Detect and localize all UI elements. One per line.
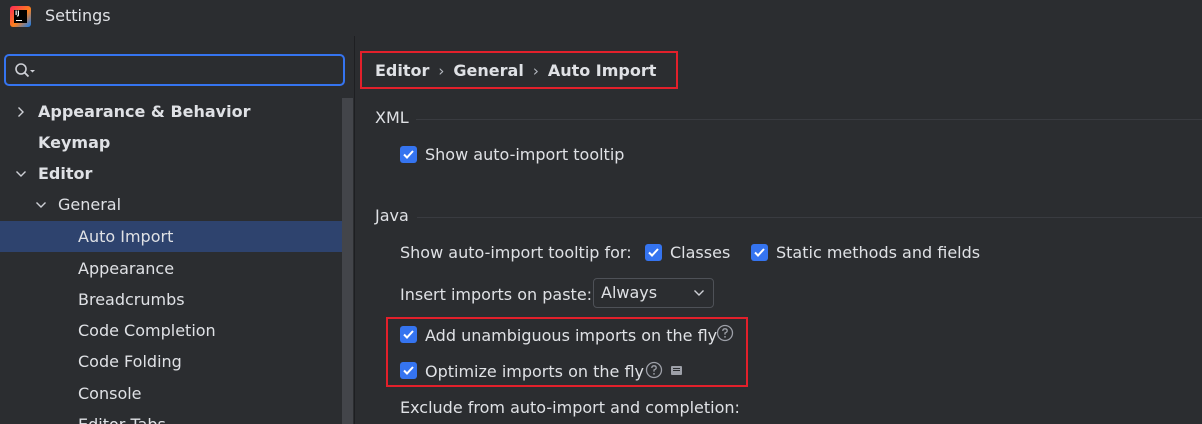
section-separator xyxy=(417,217,1202,218)
tooltip-for-label: Show auto-import tooltip for: xyxy=(400,243,632,262)
search-box[interactable] xyxy=(4,54,345,86)
window-title: Settings xyxy=(45,6,111,25)
tree-item-appearance-behavior[interactable]: Appearance & Behavior xyxy=(0,96,353,127)
dropdown-value: Always xyxy=(601,283,658,302)
insert-on-paste-label: Insert imports on paste: xyxy=(400,285,593,304)
title-bar: IJ Settings xyxy=(0,0,1202,36)
add-unambiguous-label[interactable]: Add unambiguous imports on the fly xyxy=(425,326,717,345)
tree-item-breadcrumbs[interactable]: Breadcrumbs xyxy=(0,284,353,315)
tree-item-label: Auto Import xyxy=(78,227,174,246)
tree-item-code-completion[interactable]: Code Completion xyxy=(0,315,353,346)
chevron-down-icon xyxy=(694,290,704,296)
checkmark-icon xyxy=(403,150,414,159)
breadcrumb-item-general[interactable]: General xyxy=(453,61,523,80)
tree-item-label: General xyxy=(58,195,122,214)
breadcrumb-item-auto-import: Auto Import xyxy=(547,61,657,80)
tree-item-console[interactable]: Console xyxy=(0,378,353,409)
checkmark-icon xyxy=(403,330,414,339)
tree-item-label: Breadcrumbs xyxy=(78,290,185,309)
sidebar-scrollbar[interactable] xyxy=(342,98,353,424)
section-title-java: Java xyxy=(375,206,409,225)
classes-label[interactable]: Classes xyxy=(670,243,730,262)
tree-item-editor[interactable]: Editor xyxy=(0,158,353,189)
tree-item-appearance[interactable]: Appearance xyxy=(0,253,353,284)
optimize-imports-checkbox[interactable] xyxy=(400,362,417,379)
settings-sidebar: Appearance & Behavior Keymap Editor Gene… xyxy=(0,36,354,424)
section-title-xml: XML xyxy=(375,108,409,127)
section-separator xyxy=(416,119,1202,120)
checkmark-icon xyxy=(754,248,765,257)
static-methods-checkbox[interactable] xyxy=(751,244,768,261)
tree-item-label: Editor Tabs xyxy=(78,409,166,424)
settings-content: Editor › General › Auto Import XML Show auto… xyxy=(355,36,1202,424)
checkmark-icon xyxy=(648,248,659,257)
tree-item-label: Code Folding xyxy=(78,352,182,371)
tree-item-label: Keymap xyxy=(38,133,111,152)
tree-item-label: Console xyxy=(78,384,142,403)
settings-link-icon[interactable] xyxy=(671,366,682,375)
tree-item-keymap[interactable]: Keymap xyxy=(0,127,353,158)
breadcrumb-separator: › xyxy=(532,62,539,80)
tree-item-code-folding[interactable]: Code Folding xyxy=(0,346,353,377)
breadcrumb: Editor › General › Auto Import xyxy=(375,61,656,80)
insert-on-paste-dropdown[interactable]: Always xyxy=(593,278,714,308)
tree-item-editor-tabs[interactable]: Editor Tabs xyxy=(0,409,353,424)
classes-checkbox[interactable] xyxy=(645,244,662,261)
help-icon[interactable] xyxy=(716,324,734,342)
intellij-logo-icon: IJ xyxy=(10,6,31,27)
tree-item-label: Editor xyxy=(38,164,93,183)
tree-item-label: Appearance & Behavior xyxy=(38,102,251,121)
show-tooltip-xml-checkbox[interactable] xyxy=(400,146,417,163)
tree-item-general[interactable]: General xyxy=(0,189,353,220)
show-tooltip-xml-label[interactable]: Show auto-import tooltip xyxy=(425,145,624,164)
exclude-label: Exclude from auto-import and completion: xyxy=(400,398,740,417)
help-icon[interactable] xyxy=(645,361,663,379)
tree-item-label: Appearance xyxy=(78,259,175,278)
optimize-imports-label[interactable]: Optimize imports on the fly xyxy=(425,362,644,381)
breadcrumb-item-editor[interactable]: Editor xyxy=(375,61,429,80)
breadcrumb-separator: › xyxy=(438,62,445,80)
chevron-down-icon[interactable] xyxy=(34,198,48,212)
search-input[interactable] xyxy=(40,58,340,82)
add-unambiguous-checkbox[interactable] xyxy=(400,326,417,343)
tree-item-auto-import[interactable]: Auto Import xyxy=(0,221,353,252)
checkmark-icon xyxy=(403,366,414,375)
static-methods-label[interactable]: Static methods and fields xyxy=(776,243,980,262)
chevron-down-icon[interactable] xyxy=(14,167,28,181)
chevron-right-icon[interactable] xyxy=(14,105,28,119)
search-icon xyxy=(15,63,35,78)
tree-item-label: Code Completion xyxy=(78,321,216,340)
